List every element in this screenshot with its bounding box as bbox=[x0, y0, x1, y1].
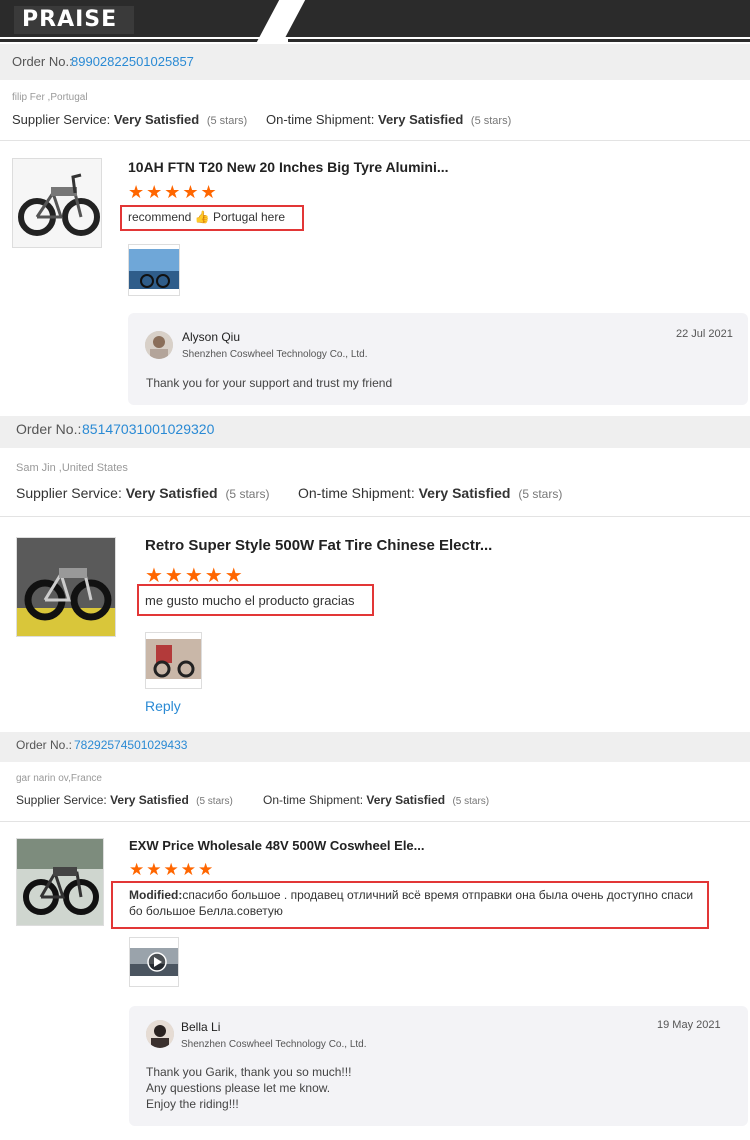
reply-line: Any questions please let me know. bbox=[146, 1081, 331, 1095]
divider bbox=[0, 516, 750, 517]
shipment-value: Very Satisfied bbox=[378, 112, 464, 127]
review-modified-label: Modified: bbox=[129, 888, 183, 902]
ebike-icon bbox=[13, 159, 101, 247]
supplier-service-rating: Supplier Service: Very Satisfied (5 star… bbox=[16, 793, 233, 807]
shipment-rating: On-time Shipment: Very Satisfied (5 star… bbox=[266, 112, 511, 127]
review-text: recommend 👍 Portugal here bbox=[128, 210, 286, 224]
play-video-icon bbox=[130, 948, 178, 976]
product-thumbnail[interactable] bbox=[12, 158, 102, 248]
page-title: PRAISE bbox=[14, 6, 134, 34]
shipment-rating: On-time Shipment: Very Satisfied (5 star… bbox=[263, 793, 489, 807]
rating-stars: ★★★★★ bbox=[129, 860, 216, 879]
supplier-stars-text: (5 stars) bbox=[196, 796, 233, 807]
reply-date: 22 Jul 2021 bbox=[676, 328, 733, 340]
shipment-value: Very Satisfied bbox=[418, 485, 511, 501]
rating-stars: ★★★★★ bbox=[128, 182, 219, 202]
supplier-stars-text: (5 stars) bbox=[225, 487, 270, 501]
photo-icon bbox=[146, 639, 201, 679]
buyer-name: filip Fer ,Portugal bbox=[12, 92, 88, 103]
shipment-label: On-time Shipment: bbox=[298, 485, 415, 501]
replier-name: Alyson Qiu bbox=[182, 330, 241, 344]
review-photo[interactable] bbox=[128, 244, 180, 296]
avatar bbox=[146, 1020, 174, 1048]
shipment-rating: On-time Shipment: Very Satisfied (5 star… bbox=[298, 485, 562, 501]
photo-icon bbox=[129, 249, 179, 289]
reply-link[interactable]: Reply bbox=[145, 698, 181, 714]
review-text: me gusto mucho el producto gracias bbox=[145, 593, 355, 608]
shipment-stars-text: (5 stars) bbox=[518, 487, 563, 501]
buyer-name: Sam Jin ,United States bbox=[16, 462, 128, 474]
header-underline bbox=[0, 39, 270, 42]
supplier-label: Supplier Service: bbox=[16, 793, 107, 807]
replier-company: Shenzhen Coswheel Technology Co., Ltd. bbox=[181, 1039, 367, 1050]
review-body: спасибо большое . продавец отличний всё … bbox=[129, 888, 694, 918]
shipment-stars-text: (5 stars) bbox=[470, 115, 512, 127]
product-thumbnail[interactable] bbox=[16, 838, 104, 926]
replier-name: Bella Li bbox=[181, 1020, 221, 1034]
reply-line: Thank you Garik, thank you so much!!! bbox=[146, 1065, 352, 1079]
shipment-stars-text: (5 stars) bbox=[452, 796, 490, 807]
divider bbox=[0, 140, 750, 141]
product-title[interactable]: Retro Super Style 500W Fat Tire Chinese … bbox=[145, 537, 492, 554]
order-number-link[interactable]: 85147031001029320 bbox=[82, 421, 214, 437]
supplier-value: Very Satisfied bbox=[113, 112, 200, 127]
supplier-service-rating: Supplier Service: Very Satisfied (5 star… bbox=[12, 112, 247, 127]
shipment-label: On-time Shipment: bbox=[266, 112, 375, 127]
praise-header: PRAISE bbox=[0, 0, 750, 42]
header-underline bbox=[288, 39, 750, 42]
supplier-stars-text: (5 stars) bbox=[206, 115, 248, 127]
order-number-link[interactable]: 89902822501025857 bbox=[71, 54, 194, 69]
supplier-service-rating: Supplier Service: Very Satisfied (5 star… bbox=[16, 485, 269, 501]
product-thumbnail[interactable] bbox=[16, 537, 116, 637]
divider bbox=[0, 821, 750, 822]
product-title[interactable]: 10AH FTN T20 New 20 Inches Big Tyre Alum… bbox=[128, 159, 449, 175]
reply-line: Enjoy the riding!!! bbox=[146, 1097, 239, 1111]
buyer-name: gar narin ov,France bbox=[16, 773, 102, 784]
reply-date: 19 May 2021 bbox=[657, 1019, 721, 1031]
order-label: Order No.: bbox=[12, 54, 73, 69]
order-header: Order No.: 78292574501029433 bbox=[0, 732, 750, 762]
order-label: Order No.: bbox=[16, 738, 73, 752]
seller-reply: Bella Li Shenzhen Coswheel Technology Co… bbox=[129, 1006, 748, 1126]
order-header: Order No.: 89902822501025857 bbox=[0, 44, 750, 80]
order-label: Order No.: bbox=[16, 421, 82, 437]
shipment-label: On-time Shipment: bbox=[263, 793, 364, 807]
reply-message: Thank you Garik, thank you so much!!! An… bbox=[146, 1064, 351, 1112]
order-header: Order No.: 85147031001029320 bbox=[0, 416, 750, 448]
order-number-link[interactable]: 78292574501029433 bbox=[74, 738, 187, 752]
supplier-label: Supplier Service: bbox=[16, 485, 122, 501]
review-video[interactable] bbox=[129, 937, 179, 987]
reply-message: Thank you for your support and trust my … bbox=[146, 376, 393, 390]
ebike-icon bbox=[17, 538, 115, 636]
seller-reply: Alyson Qiu Shenzhen Coswheel Technology … bbox=[128, 313, 748, 405]
supplier-value: Very Satisfied bbox=[125, 485, 218, 501]
review-text: Modified:спасибо большое . продавец отли… bbox=[129, 887, 703, 919]
replier-company: Shenzhen Coswheel Technology Co., Ltd. bbox=[182, 349, 368, 360]
supplier-value: Very Satisfied bbox=[110, 793, 189, 807]
avatar bbox=[145, 331, 173, 359]
supplier-label: Supplier Service: bbox=[12, 112, 111, 127]
ebike-icon bbox=[17, 839, 103, 925]
product-title[interactable]: EXW Price Wholesale 48V 500W Coswheel El… bbox=[129, 838, 425, 853]
shipment-value: Very Satisfied bbox=[366, 793, 446, 807]
review-photo[interactable] bbox=[145, 632, 202, 689]
